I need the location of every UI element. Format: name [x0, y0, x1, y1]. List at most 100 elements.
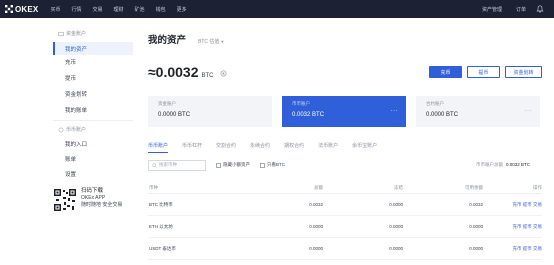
nav-right: 资产管理 订单	[468, 0, 544, 18]
top-navigation-bar: OKEX 买币 行情 交易 理财 矿池 钱包 更多 资产管理 订单	[0, 0, 554, 18]
coin-total: 0.0032	[309, 202, 323, 207]
sidebar-item-transfer[interactable]: 资金划转	[53, 87, 133, 100]
checkbox-icon	[260, 162, 265, 168]
nav-item-wallet[interactable]: 钱包	[156, 6, 166, 13]
app-download-slogan: 随时随地 安全交易	[81, 202, 123, 208]
account-card-futures[interactable]: 合约账户 0.0000 BTC ···	[416, 96, 540, 127]
nav-item-assets[interactable]: 资产管理	[482, 6, 502, 13]
account-card-funding[interactable]: 资金账户 0.0000 BTC	[148, 96, 272, 127]
nav-item-markets[interactable]: 行情	[72, 6, 82, 13]
sidebar-item-deposit[interactable]: 充币	[53, 55, 133, 68]
spot-total: 币币账户总额 0.0032 BTC	[476, 162, 530, 168]
app-download: 扫码下载 OKEx APP 随时随地 安全交易	[53, 188, 122, 212]
col-frozen: 冻结	[394, 184, 403, 190]
sidebar-item-spot-bills[interactable]: 账单	[53, 152, 133, 165]
valuation-currency-label: BTC 估值	[198, 39, 220, 45]
okex-logo-icon	[5, 5, 13, 13]
nav-item-earn[interactable]: 理财	[114, 6, 124, 13]
sidebar-item-settings[interactable]: 设置	[53, 167, 133, 180]
coin-available: 0.0000	[469, 224, 483, 229]
checkbox-icon	[216, 162, 221, 168]
coin-frozen: 0.0000	[389, 224, 403, 229]
coin-frozen: 0.0000	[389, 202, 403, 207]
page-title: 我的资产	[148, 35, 187, 46]
spot-total-value: 0.0032 BTC	[505, 162, 530, 167]
tab-swap[interactable]: 永续合约	[250, 142, 270, 153]
spot-total-label: 币币账户总额	[475, 162, 503, 167]
coin-name: BTC 比特币	[149, 201, 173, 207]
assets-table: 币种 总额 冻结 可用余额 操作 BTC 比特币 0.0032 0.0000 0…	[148, 182, 542, 260]
account-tabs: 币币账户 币币杠杆 交割合约 永续合约 期权合约 法币账户 余币宝账户	[148, 142, 391, 153]
search-icon	[152, 162, 157, 168]
withdraw-button[interactable]: 提币	[467, 66, 500, 78]
balance-unit: BTC	[201, 73, 214, 79]
main-content: 我的资产 BTC 估值▼ ≈0.0032 BTC 充币 提币 资金划转 资金账户…	[148, 18, 542, 265]
deposit-button[interactable]: 充币	[429, 66, 462, 78]
chevron-down-icon: ▼	[220, 39, 225, 44]
eye-icon[interactable]	[220, 70, 227, 77]
sidebar-item-my-assets[interactable]: 我的资产	[53, 42, 133, 55]
col-actions: 操作	[533, 184, 542, 190]
search-input[interactable]: 搜索币种	[148, 159, 206, 171]
sidebar-group-spot: 币币账户	[58, 126, 86, 133]
nav-item-pool[interactable]: 矿池	[135, 6, 145, 13]
coin-total: 0.0000	[309, 224, 323, 229]
coin-available: 0.0000	[469, 246, 483, 251]
tab-futures[interactable]: 交割合约	[216, 142, 236, 153]
col-coin: 币种	[149, 184, 158, 190]
exchange-icon	[58, 127, 64, 132]
nav-item-trade[interactable]: 交易	[93, 6, 103, 13]
main-nav: 买币 行情 交易 理财 矿池 钱包 更多	[50, 6, 197, 13]
col-total: 总额	[314, 184, 323, 190]
sidebar: 资金账户 我的资产 充币 提币 资金划转 我的账单 币币账户 我的入口 账单 设…	[0, 18, 137, 265]
row-actions-link[interactable]: 充币 提币 交易	[483, 202, 543, 208]
card-label: 合约账户	[426, 101, 444, 106]
more-icon[interactable]: ···	[391, 108, 399, 114]
row-actions-link[interactable]: 充币 提币 交易	[483, 246, 543, 252]
table-row: USDT 泰达币 0.0000 0.0000 0.0000 充币 提币 交易	[148, 238, 542, 260]
col-available: 可用余额	[465, 184, 483, 190]
tab-options[interactable]: 期权合约	[284, 142, 304, 153]
sidebar-item-entry[interactable]: 我的入口	[53, 137, 133, 150]
brand-logo[interactable]: OKEX	[5, 5, 38, 14]
card-label: 资金账户	[158, 101, 176, 106]
card-value: 0.0032 BTC	[292, 112, 325, 118]
account-cards: 资金账户 0.0000 BTC 币币账户 0.0032 BTC ··· 合约账户…	[148, 96, 550, 127]
nav-item-more[interactable]: 更多	[177, 6, 187, 13]
coin-total: 0.0000	[309, 246, 323, 251]
qr-code-icon[interactable]	[53, 188, 77, 212]
sidebar-item-withdraw[interactable]: 提币	[53, 71, 133, 84]
action-buttons: 充币 提币 资金划转	[424, 66, 542, 78]
coin-name: USDT 泰达币	[149, 245, 176, 251]
valuation-currency-select[interactable]: BTC 估值▼	[198, 38, 224, 45]
sidebar-group-title: 币币账户	[66, 127, 87, 133]
tab-margin[interactable]: 币币杠杆	[182, 142, 202, 153]
account-card-spot[interactable]: 币币账户 0.0032 BTC ···	[282, 96, 406, 127]
app-download-title: 扫码下载	[81, 188, 104, 194]
row-actions-link[interactable]: 充币 提币 交易	[483, 224, 543, 230]
bell-icon[interactable]	[536, 5, 544, 13]
balance-value: ≈0.0032	[148, 64, 199, 80]
nav-item-orders[interactable]: 订单	[516, 6, 526, 13]
checkbox-label: 隐藏小额资产	[223, 162, 250, 167]
only-btc-checkbox[interactable]: 只看BTC	[260, 162, 285, 168]
table-row: BTC 比特币 0.0032 0.0000 0.0032 充币 提币 交易	[148, 194, 542, 216]
coin-name: ETH 以太坊	[149, 223, 173, 229]
card-value: 0.0000 BTC	[158, 112, 191, 118]
tab-savings[interactable]: 余币宝账户	[352, 142, 377, 153]
filter-row: 搜索币种 隐藏小额资产 只看BTC 币币账户总额 0.0032 BTC	[148, 159, 542, 171]
card-label: 币币账户	[292, 101, 310, 106]
title-row: 我的资产 BTC 估值▼	[148, 32, 224, 46]
transfer-button[interactable]: 资金划转	[505, 66, 542, 78]
hide-small-checkbox[interactable]: 隐藏小额资产	[216, 162, 250, 168]
more-icon[interactable]: ···	[525, 108, 533, 114]
brand-name: OKEX	[15, 4, 39, 14]
tab-fiat[interactable]: 法币账户	[318, 142, 338, 153]
sidebar-divider	[53, 120, 133, 121]
tab-spot[interactable]: 币币账户	[148, 142, 169, 153]
table-row: ETH 以太坊 0.0000 0.0000 0.0000 充币 提币 交易	[148, 216, 542, 238]
sidebar-item-bills[interactable]: 我的账单	[53, 103, 133, 116]
nav-item-buy[interactable]: 买币	[50, 6, 60, 13]
coin-available: 0.0032	[469, 202, 483, 207]
wallet-icon	[58, 31, 64, 36]
